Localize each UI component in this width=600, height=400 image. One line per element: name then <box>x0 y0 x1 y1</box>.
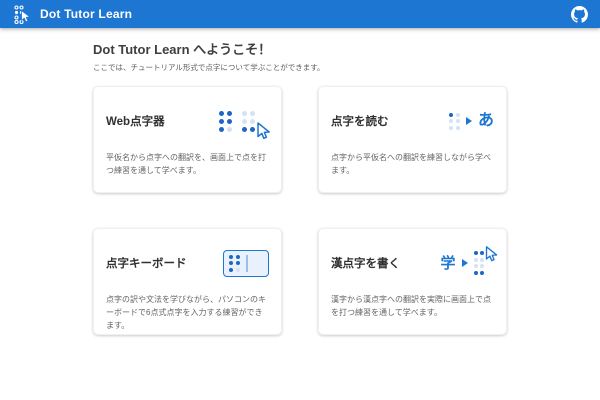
main-content: Dot Tutor Learn へようこそ！ ここでは、チュートリアル形式で点字… <box>93 28 507 335</box>
mouse-cursor-icon <box>482 245 500 263</box>
card-title: 点字を読む <box>331 113 389 129</box>
braille-dot-empty <box>242 111 247 116</box>
braille-cells-cursor-icon <box>219 111 269 132</box>
braille-dot-filled <box>449 113 453 117</box>
card-title: Web点字器 <box>106 113 165 129</box>
braille-dot-empty <box>242 119 247 124</box>
card-braille-keyboard[interactable]: 点字キーボード 点字の訳や文法を学びながら、パソコンのキーボードで6点式点字を入… <box>93 228 282 335</box>
arrow-right-icon <box>462 259 468 267</box>
braille-to-hiragana-icon: あ <box>449 113 494 130</box>
kanji-to-braille-cursor-icon: 学 <box>440 251 494 275</box>
braille-dot-filled <box>242 127 247 132</box>
app-title: Dot Tutor Learn <box>40 7 563 21</box>
braille-dot-empty <box>474 258 478 262</box>
card-description: 点字の訳や文法を学びながら、パソコンのキーボードで6点式点字を入力する練習ができ… <box>106 293 269 333</box>
card-write-kanji-braille[interactable]: 漢点字を書く 学 漢字から漢点字への翻訳を実際に画面上で点を打つ練習を通して学べ… <box>318 228 507 335</box>
braille-dot-empty <box>250 111 255 116</box>
card-description: 漢字から漢点字への翻訳を実際に画面上で点を打つ練習を通して学べます。 <box>331 293 494 319</box>
braille-dot-empty <box>449 126 453 130</box>
card-title: 点字キーボード <box>106 255 187 271</box>
braille-dot-filled <box>229 255 233 259</box>
braille-dot-filled <box>480 271 484 275</box>
braille-dot-filled <box>227 111 232 116</box>
card-title: 漢点字を書く <box>331 255 400 271</box>
braille-dot-filled <box>227 119 232 124</box>
braille-dot-filled <box>474 251 478 255</box>
braille-dot-filled <box>219 127 224 132</box>
page-subtitle: ここでは、チュートリアル形式で点字について学ぶことができます。 <box>93 62 507 73</box>
braille-dot-filled <box>229 268 233 272</box>
mouse-cursor-icon <box>253 121 273 141</box>
braille-dot-empty <box>456 126 460 130</box>
braille-dot-filled <box>236 261 240 265</box>
arrow-right-icon <box>466 117 472 125</box>
text-caret-icon <box>246 255 248 272</box>
braille-dot-empty <box>456 119 460 123</box>
card-description: 点字から平仮名への翻訳を練習しながら学べます。 <box>331 151 494 177</box>
braille-dot-empty <box>480 264 484 268</box>
braille-dot-filled <box>236 255 240 259</box>
braille-dot-filled <box>219 119 224 124</box>
card-description: 平仮名から点字への翻訳を、画面上で点を打つ練習を通して学べます。 <box>106 151 269 177</box>
app-header: Dot Tutor Learn <box>0 0 600 28</box>
hiragana-a-glyph: あ <box>478 113 494 129</box>
braille-dot-empty <box>236 268 240 272</box>
braille-dot-filled <box>229 261 233 265</box>
app-logo-braille-cursor-icon <box>12 4 32 24</box>
card-read-braille[interactable]: 点字を読む あ 点字から平仮名への翻訳を練習しながら学べます。 <box>318 86 507 193</box>
braille-dot-empty <box>227 127 232 132</box>
tutorial-card-grid: Web点字器 平仮名から点字への翻訳を、画面上で点を打つ練習を通して学べます。 … <box>93 86 507 335</box>
braille-dot-empty <box>474 264 478 268</box>
card-web-braille-writer[interactable]: Web点字器 平仮名から点字への翻訳を、画面上で点を打つ練習を通して学べます。 <box>93 86 282 193</box>
page-title: Dot Tutor Learn へようこそ！ <box>93 39 507 58</box>
github-icon[interactable] <box>571 6 588 23</box>
braille-dot-filled <box>219 111 224 116</box>
braille-input-field-icon <box>223 250 269 277</box>
braille-dot-empty <box>456 113 460 117</box>
braille-dot-filled <box>474 271 478 275</box>
braille-dot-empty <box>449 119 453 123</box>
kanji-gaku-glyph: 学 <box>440 256 455 271</box>
